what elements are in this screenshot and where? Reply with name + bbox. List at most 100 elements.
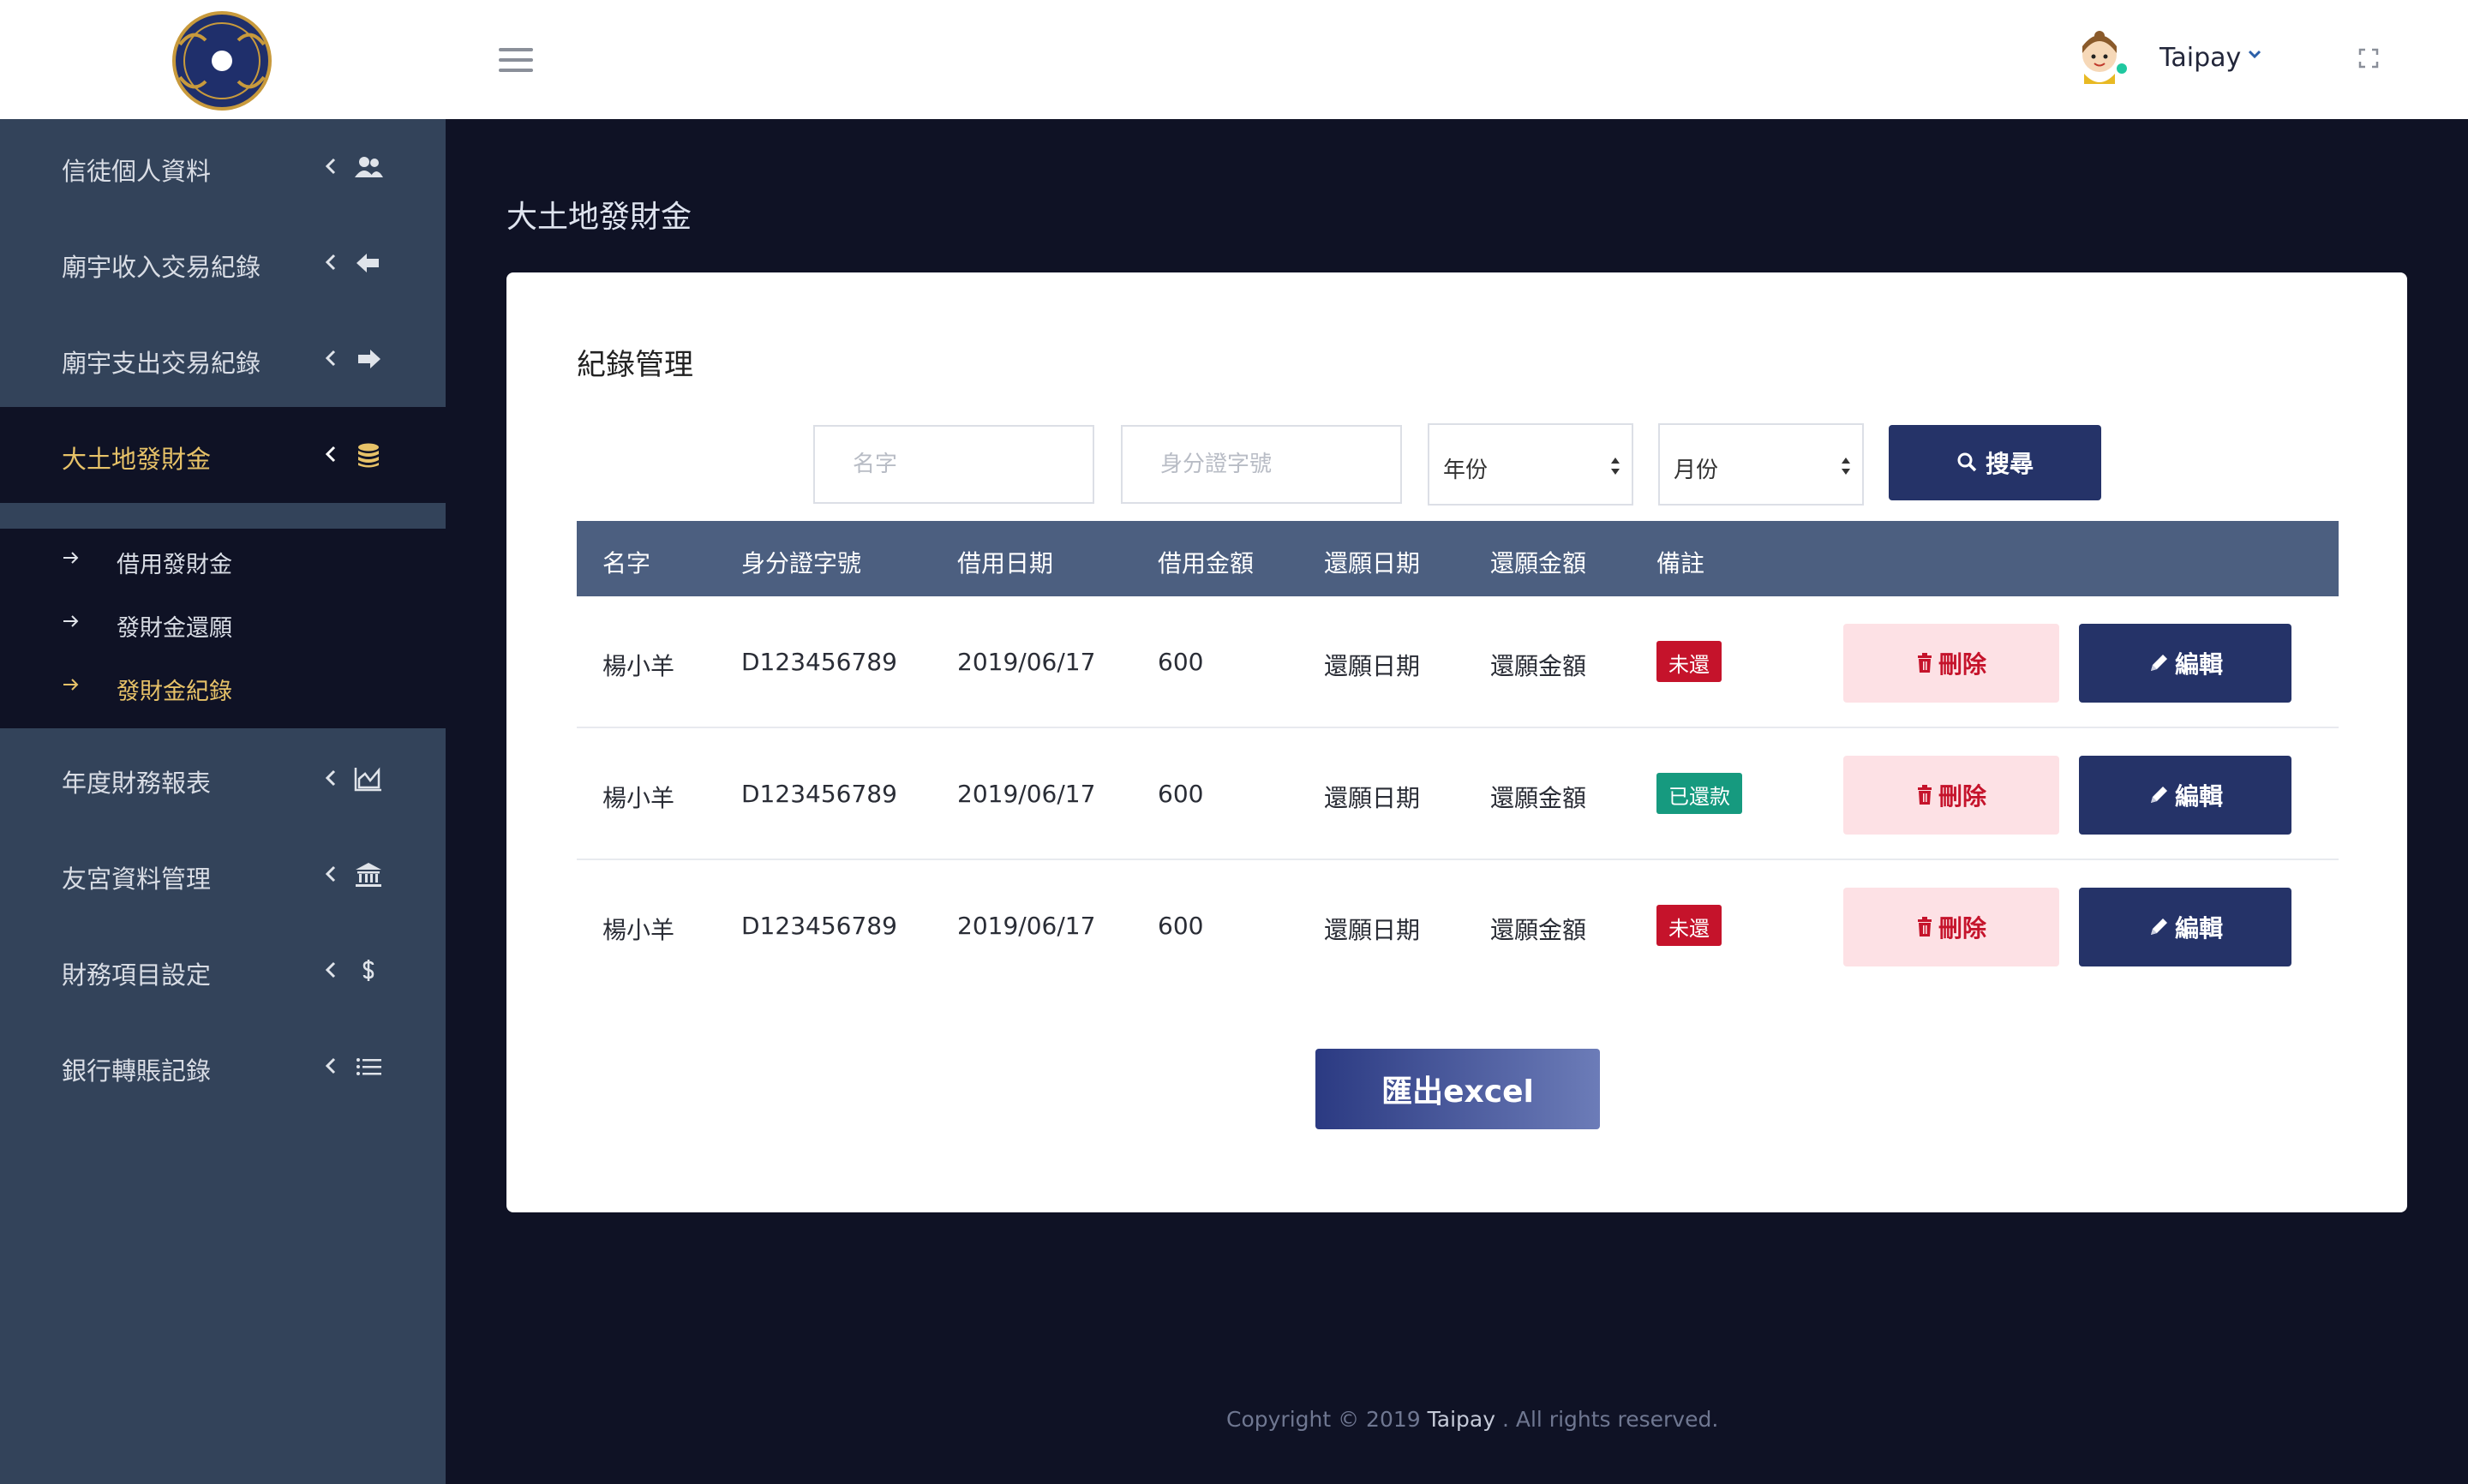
table-row: 楊小羊 D123456789 2019/06/17 600 還願日期 還願金額 …	[577, 728, 2339, 860]
pencil-icon	[2150, 787, 2167, 803]
chevron-left-icon	[325, 769, 336, 787]
sidebar-item-label: 信徒個人資料	[62, 157, 212, 186]
delete-button-label: 刪除	[1938, 782, 1986, 811]
chevron-down-icon[interactable]	[2245, 45, 2264, 63]
sidebar-item-bank-transfers[interactable]: 銀行轉賬記錄	[0, 1019, 446, 1115]
sidebar-item-label: 大土地發財金	[62, 445, 212, 474]
records-card: 紀錄管理 年份 月份 搜尋 名字 身分證字號 借用日期 借用金額 還願日期 還願…	[506, 272, 2407, 1212]
search-button-label: 搜尋	[1985, 450, 2034, 478]
temple-logo[interactable]	[163, 10, 281, 111]
sidebar-item-finance-settings[interactable]: 財務項目設定	[0, 923, 446, 1019]
column-header-id: 身分證字號	[741, 549, 862, 577]
submenu-item-fund-return[interactable]: 發財金還願	[0, 592, 446, 652]
year-select[interactable]: 年份	[1428, 423, 1633, 506]
bank-icon	[356, 863, 381, 887]
submenu-item-fund-records[interactable]: 發財金紀錄	[0, 655, 446, 715]
status-badge: 已還款	[1656, 773, 1742, 814]
chevron-left-icon	[325, 158, 336, 175]
chart-area-icon	[354, 767, 381, 792]
submenu-item-label: 發財金紀錄	[117, 679, 232, 705]
arrow-left-icon	[356, 254, 379, 272]
sidebar-item-label: 廟宇支出交易紀錄	[62, 349, 261, 378]
edit-button[interactable]: 編輯	[2079, 888, 2291, 966]
column-header-amount: 借用金額	[1158, 549, 1255, 577]
arrow-right-icon	[63, 552, 79, 564]
arrow-right-icon	[63, 615, 79, 627]
page-title: 大土地發財金	[506, 200, 692, 235]
footer-copyright: Copyright © 2019 Taipay . All rights res…	[1226, 1407, 1718, 1432]
arrow-right-icon	[63, 679, 79, 691]
table-row: 楊小羊 D123456789 2019/06/17 600 還願日期 還願金額 …	[577, 596, 2339, 728]
edit-button-label: 編輯	[2174, 914, 2223, 942]
footer-brand-link[interactable]: Taipay	[1428, 1407, 1495, 1432]
sidebar-item-believer-profile[interactable]: 信徒個人資料	[0, 119, 446, 215]
coins-icon	[358, 443, 379, 468]
month-select-value: 月份	[1674, 458, 1719, 483]
fullscreen-icon[interactable]	[2358, 48, 2379, 69]
sidebar-item-label: 廟宇收入交易紀錄	[62, 253, 261, 282]
pencil-icon	[2150, 655, 2167, 671]
user-avatar[interactable]	[2074, 29, 2129, 91]
users-icon	[355, 157, 383, 177]
cell-return-date: 還願日期	[1324, 652, 1421, 680]
sidebar-item-partner-temples[interactable]: 友宮資料管理	[0, 827, 446, 923]
submenu-item-label: 借用發財金	[117, 552, 232, 578]
submenu-item-borrow-fund[interactable]: 借用發財金	[0, 529, 446, 589]
cell-return-date: 還願日期	[1324, 784, 1421, 812]
trash-icon	[1917, 917, 1932, 936]
sidebar-item-label: 銀行轉賬記錄	[62, 1056, 212, 1086]
chevron-left-icon	[325, 350, 336, 367]
footer-prefix: Copyright © 2019	[1226, 1407, 1428, 1432]
name-input[interactable]	[813, 425, 1094, 504]
delete-button-label: 刪除	[1938, 650, 1986, 679]
delete-button[interactable]: 刪除	[1843, 888, 2059, 966]
sidebar: 信徒個人資料 廟宇收入交易紀錄 廟宇支出交易紀錄 大土地發財金 借用發財金 發財…	[0, 119, 446, 1484]
cell-return-date: 還願日期	[1324, 916, 1421, 944]
id-number-input[interactable]	[1121, 425, 1402, 504]
card-title: 紀錄管理	[577, 348, 693, 382]
column-header-name: 名字	[602, 549, 651, 577]
column-header-return-amount: 還願金額	[1490, 549, 1587, 577]
submenu-item-label: 發財金還願	[117, 615, 232, 642]
cell-id: D123456789	[741, 912, 897, 940]
cell-name: 楊小羊	[602, 916, 675, 944]
year-select-value: 年份	[1443, 458, 1489, 483]
chevron-left-icon	[325, 1057, 336, 1074]
trash-icon	[1917, 785, 1932, 805]
cell-name: 楊小羊	[602, 784, 675, 812]
menu-toggle-icon[interactable]	[499, 48, 533, 72]
footer-suffix: . All rights reserved.	[1495, 1407, 1719, 1432]
cell-id: D123456789	[741, 780, 897, 808]
table-row: 楊小羊 D123456789 2019/06/17 600 還願日期 還願金額 …	[577, 860, 2339, 992]
cell-return-amount: 還願金額	[1490, 784, 1587, 812]
cell-return-amount: 還願金額	[1490, 916, 1587, 944]
sidebar-item-temple-income[interactable]: 廟宇收入交易紀錄	[0, 215, 446, 311]
cell-borrow-date: 2019/06/17	[957, 912, 1096, 940]
search-icon	[1957, 452, 1977, 472]
status-badge: 未還	[1656, 641, 1722, 682]
top-bar: Taipay	[0, 0, 2468, 119]
cell-amount: 600	[1158, 912, 1204, 940]
cell-amount: 600	[1158, 780, 1204, 808]
month-select[interactable]: 月份	[1658, 423, 1864, 506]
pencil-icon	[2150, 919, 2167, 935]
edit-button[interactable]: 編輯	[2079, 624, 2291, 703]
delete-button[interactable]: 刪除	[1843, 624, 2059, 703]
sidebar-item-temple-expense[interactable]: 廟宇支出交易紀錄	[0, 311, 446, 407]
column-header-remarks: 備註	[1656, 549, 1705, 577]
delete-button[interactable]: 刪除	[1843, 756, 2059, 835]
sidebar-item-annual-report[interactable]: 年度財務報表	[0, 731, 446, 827]
search-button[interactable]: 搜尋	[1889, 425, 2101, 500]
list-icon	[356, 1058, 381, 1075]
status-badge: 未還	[1656, 905, 1722, 946]
cell-return-amount: 還願金額	[1490, 652, 1587, 680]
cell-id: D123456789	[741, 648, 897, 676]
sidebar-item-label: 友宮資料管理	[62, 865, 212, 894]
sidebar-item-fortune-fund[interactable]: 大土地發財金	[0, 407, 446, 503]
export-excel-button[interactable]: 匯出excel	[1315, 1049, 1600, 1129]
sidebar-item-label: 財務項目設定	[62, 960, 212, 990]
edit-button[interactable]: 編輯	[2079, 756, 2291, 835]
user-name[interactable]: Taipay	[2160, 43, 2241, 73]
cell-borrow-date: 2019/06/17	[957, 780, 1096, 808]
sidebar-item-label: 年度財務報表	[62, 769, 212, 798]
